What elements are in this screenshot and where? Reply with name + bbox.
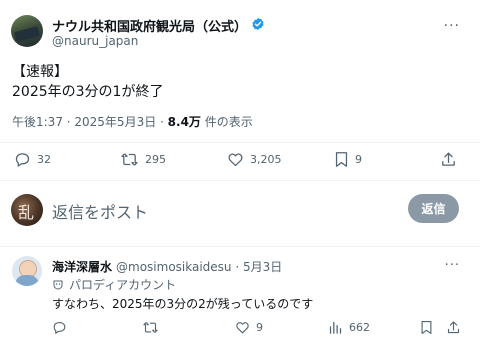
tweet-timestamp[interactable]: 午後1:37 · 2025年5月3日 ·	[12, 115, 168, 129]
tweet-text-line: 【速報】	[12, 64, 68, 80]
share-icon	[447, 321, 460, 334]
divider	[0, 246, 480, 247]
retweet-icon	[121, 153, 138, 166]
like-action[interactable]: 3,205	[227, 151, 282, 168]
like-count: 3,205	[250, 153, 282, 166]
divider	[0, 180, 480, 181]
retweet-icon	[143, 322, 158, 333]
comment-view-count: 662	[349, 321, 370, 334]
comment-share-action[interactable]	[446, 320, 461, 335]
author-name-row: ナウル共和国政府観光局（公式）	[52, 16, 265, 35]
bookmark-action[interactable]: 9	[334, 151, 362, 168]
parody-label-text: パロディアカウント	[69, 278, 177, 292]
heart-icon	[236, 322, 249, 334]
analytics-icon	[329, 321, 342, 334]
share-action[interactable]	[440, 151, 457, 168]
share-icon	[442, 152, 455, 166]
bookmark-count: 9	[355, 153, 362, 166]
parody-account-label: パロディアカウント	[52, 276, 176, 293]
comment-text: すなわち、2025年の3分の2が残っているのです	[52, 297, 314, 311]
comment-display-name[interactable]: 海洋深層水	[52, 258, 112, 275]
reply-icon	[15, 153, 30, 167]
tweet-text: 【速報】 2025年の3分の1が終了	[12, 62, 163, 102]
reply-input[interactable]: 返信をポスト	[52, 199, 148, 223]
current-user-avatar[interactable]	[11, 194, 43, 226]
verified-badge-icon	[251, 16, 265, 35]
bookmark-icon	[335, 152, 348, 167]
comment-name-row: 海洋深層水 @mosimosikaidesu · 5月3日	[52, 258, 282, 275]
view-count: 8.4万	[167, 115, 201, 129]
more-options-icon[interactable]: ···	[444, 18, 460, 34]
reply-action[interactable]: 32	[14, 151, 51, 168]
bookmark-icon	[421, 321, 432, 334]
mask-icon	[53, 280, 63, 290]
author-display-name[interactable]: ナウル共和国政府観光局（公式）	[52, 16, 247, 35]
retweet-action[interactable]: 295	[120, 151, 166, 168]
view-count-label: 件の表示	[200, 115, 253, 129]
retweet-count: 295	[145, 153, 166, 166]
reply-icon	[53, 321, 66, 334]
comment-retweet-action[interactable]	[142, 320, 165, 335]
comment-views-action[interactable]: 662	[328, 320, 370, 335]
comment-reply-action[interactable]	[52, 320, 73, 335]
comment-avatar[interactable]	[12, 256, 42, 286]
comment-bookmark-action[interactable]	[420, 320, 433, 335]
comment-like-action[interactable]: 9	[235, 320, 263, 335]
tweet-text-line: 2025年の3分の1が終了	[12, 84, 164, 100]
author-avatar[interactable]	[11, 15, 43, 47]
tweet-meta: 午後1:37 · 2025年5月3日 · 8.4万 件の表示	[12, 113, 253, 130]
divider	[0, 142, 480, 143]
reply-button[interactable]: 返信	[408, 194, 459, 223]
comment-like-count: 9	[256, 321, 263, 334]
author-handle[interactable]: @nauru_japan	[52, 34, 138, 48]
heart-icon	[228, 153, 243, 167]
reply-count: 32	[37, 153, 51, 166]
comment-more-options-icon[interactable]: ···	[445, 258, 460, 273]
comment-handle[interactable]: @mosimosikaidesu · 5月3日	[116, 258, 282, 275]
